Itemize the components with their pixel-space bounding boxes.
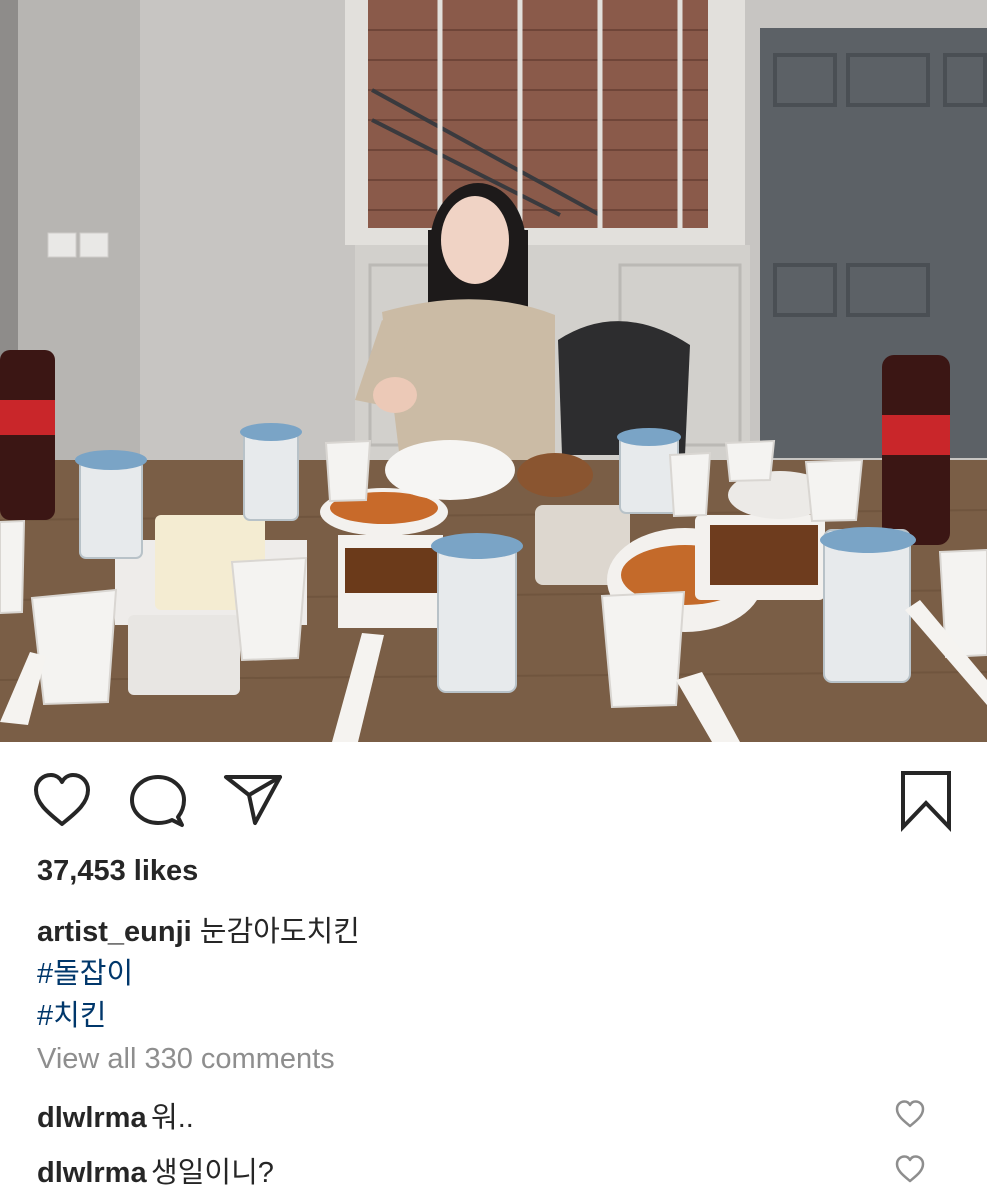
comment-text: 생일이니? [151,1157,274,1189]
comment-username[interactable]: dlwlrma [37,1157,147,1189]
comment-row: dlwlrma 생일이니? [37,1149,957,1189]
like-button[interactable] [32,772,92,828]
small-heart-icon [895,1155,925,1183]
speech-bubble-icon [130,775,186,827]
post-photo[interactable] [0,0,987,742]
share-button[interactable] [222,771,284,827]
comment-text: 워.. [151,1102,194,1134]
comment-like-button[interactable] [895,1100,925,1128]
post-action-bar [0,742,987,854]
comment-like-button[interactable] [895,1155,925,1183]
post-caption: artist_eunji 눈감아도치킨 [37,908,957,950]
caption-text: 눈감아도치킨 [199,916,360,948]
post-photo-illustration [0,0,987,742]
comment-row: dlwlrma 워.. [37,1094,957,1134]
comment-username[interactable]: dlwlrma [37,1102,147,1134]
paper-plane-icon [224,775,282,825]
hashtag-link[interactable]: #치킨 [37,992,957,1034]
small-heart-icon [895,1100,925,1128]
save-button[interactable] [898,770,954,832]
caption-username[interactable]: artist_eunji [37,916,192,948]
comment-button[interactable] [128,773,188,831]
bookmark-icon [901,771,951,832]
hashtag-link[interactable]: #돌잡이 [37,950,957,992]
view-all-comments-link[interactable]: View all 330 comments [37,1043,957,1076]
heart-icon [34,773,90,826]
likes-count[interactable]: 37,453 likes [37,855,957,888]
